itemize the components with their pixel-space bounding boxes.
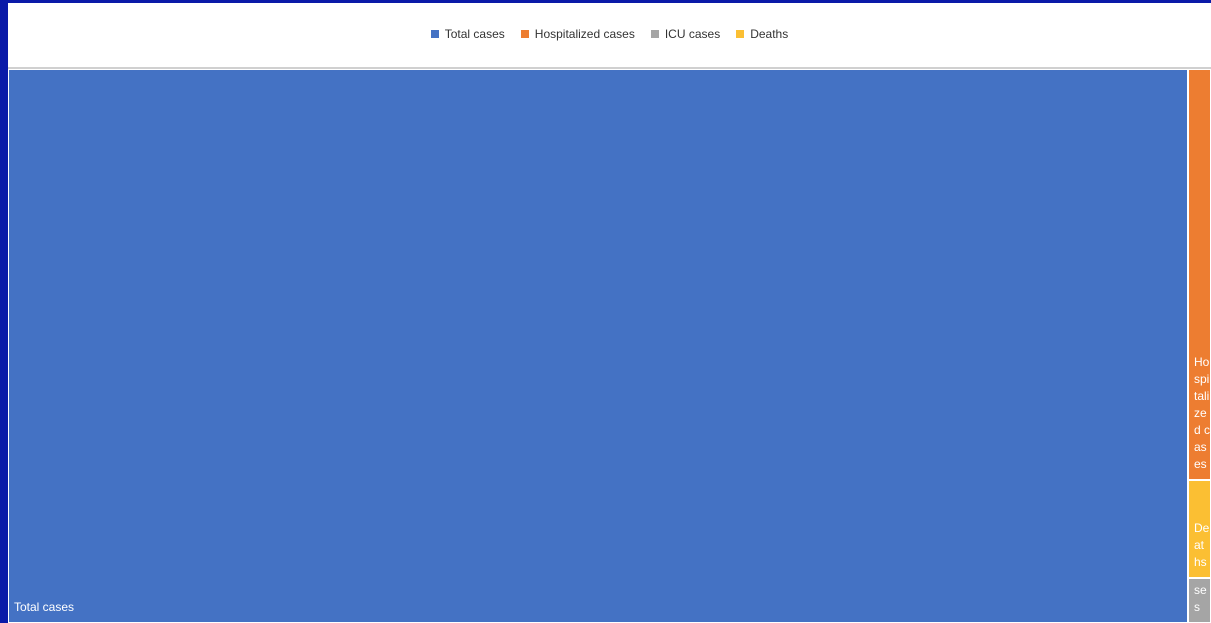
treemap-plot-area: Total cases Hospitalized cases Deaths ICU c… [8, 67, 1211, 623]
treemap-tile-deaths: Deaths [1188, 480, 1211, 578]
treemap-tile-total-cases: Total cases [8, 69, 1188, 623]
legend-item-icu-cases: ICU cases [650, 27, 721, 41]
legend-swatch-total-cases [430, 30, 439, 38]
legend-item-total-cases: Total cases [430, 27, 505, 41]
treemap-tile-label-icu-cases: ICU cases [1194, 579, 1207, 614]
chart-legend: Total cases Hospitalized cases ICU cases… [8, 3, 1211, 65]
legend-item-deaths: Deaths [736, 27, 788, 41]
legend-swatch-deaths [736, 30, 745, 38]
treemap-tile-label-total-cases: Total cases [14, 600, 75, 614]
legend-label-total-cases: Total cases [444, 27, 505, 41]
legend-label-deaths: Deaths [750, 27, 789, 41]
legend-item-hospitalized-cases: Hospitalized cases [520, 27, 635, 41]
legend-swatch-icu-cases [650, 30, 659, 38]
treemap-tile-hospitalized-cases: Hospitalized cases [1188, 69, 1211, 480]
treemap-tile-label-hospitalized-cases: Hospitalized cases [1194, 355, 1211, 471]
legend-label-icu-cases: ICU cases [664, 27, 721, 41]
legend-label-hospitalized-cases: Hospitalized cases [534, 27, 635, 41]
treemap-tile-icu-cases: ICU cases [1188, 578, 1211, 623]
chart-frame: Total cases Hospitalized cases ICU cases… [8, 3, 1211, 623]
legend-swatch-hospitalized-cases [520, 30, 529, 38]
treemap-tile-label-deaths: Deaths [1194, 521, 1210, 569]
